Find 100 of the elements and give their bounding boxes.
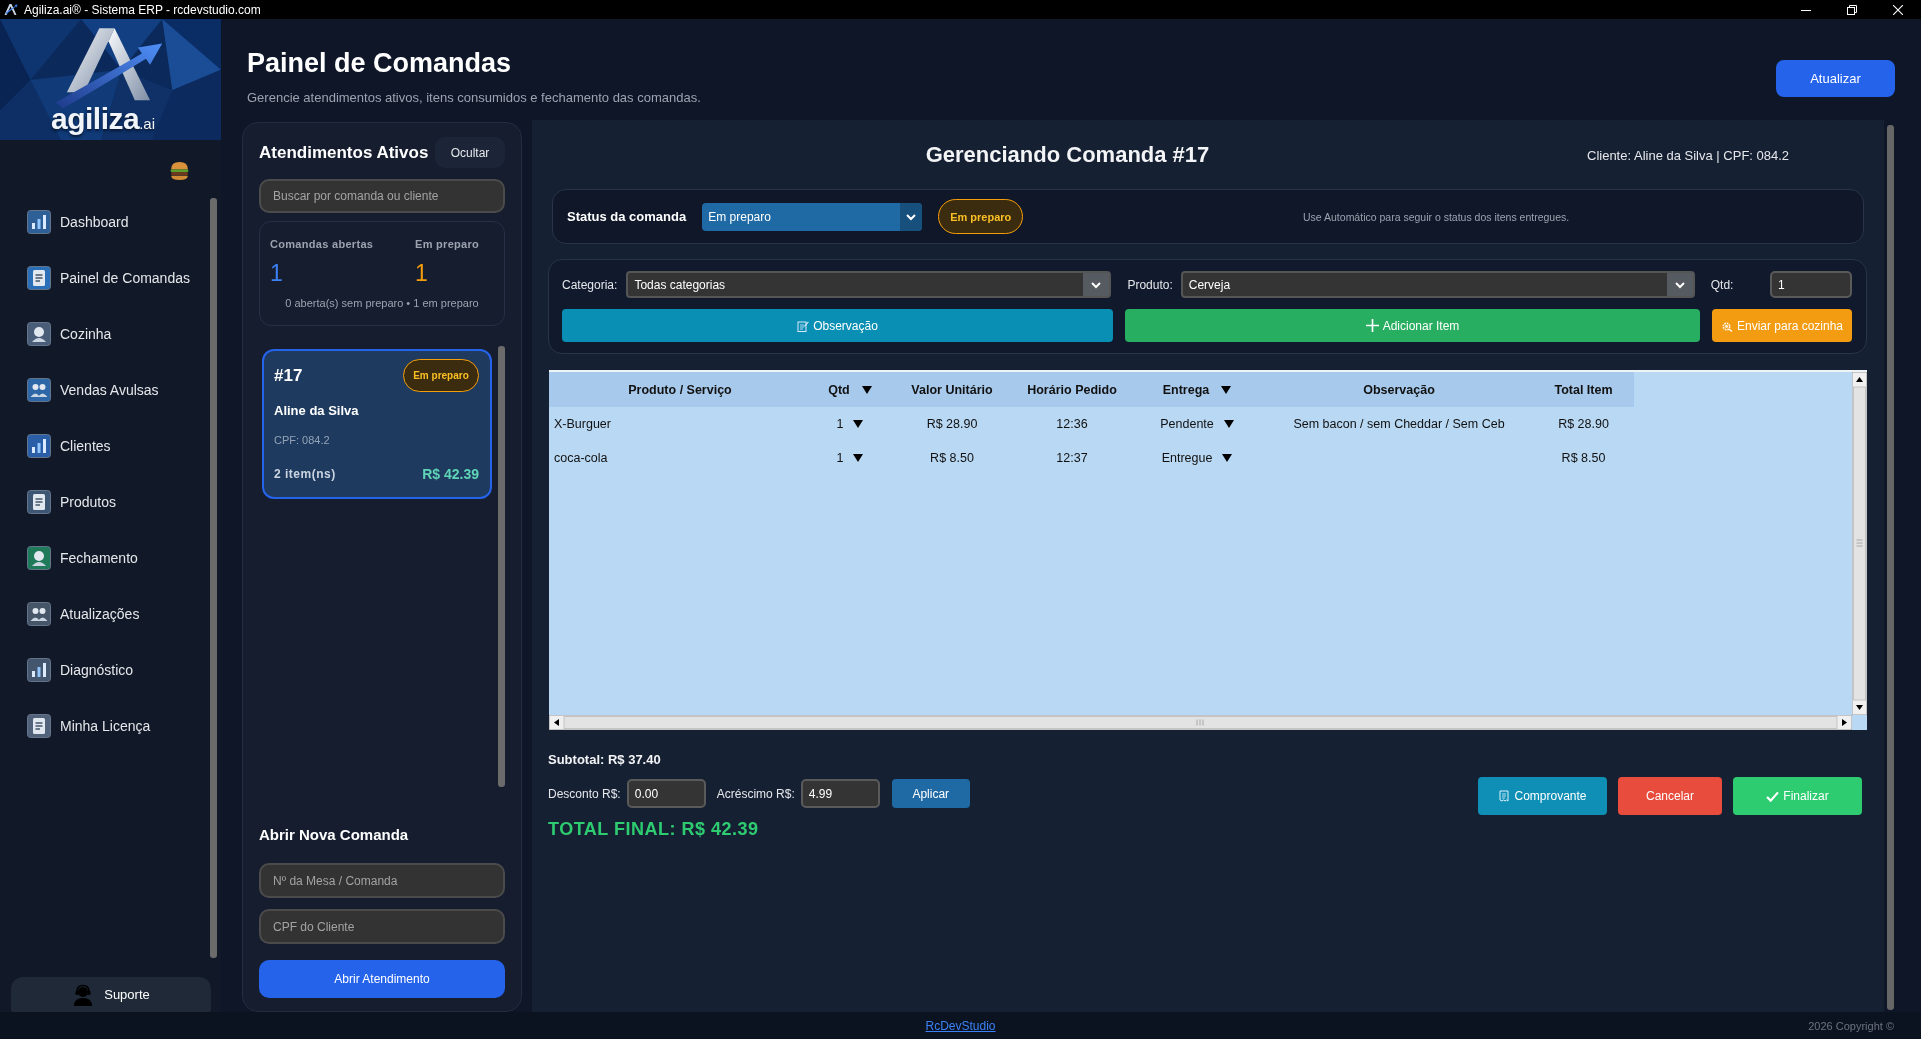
status-badge: Em preparo: [403, 359, 479, 392]
field-label: Desconto R$:: [548, 786, 621, 801]
action-button[interactable]: Cancelar: [1618, 777, 1722, 815]
item-count: 2 item(ns): [274, 466, 336, 482]
table-cell: Entregue: [1161, 451, 1213, 465]
category-select[interactable]: Todas categorias: [626, 271, 1112, 298]
open-order-button[interactable]: Abrir Atendimento: [259, 960, 505, 998]
column-header: Total Item: [1554, 382, 1613, 397]
check-icon: [1766, 790, 1780, 802]
chevron-down-icon: [1666, 273, 1693, 296]
column-header: Observação: [1363, 382, 1435, 397]
person-tile-icon: [27, 546, 51, 570]
sidebar-item[interactable]: Cozinha: [27, 306, 210, 362]
status-select[interactable]: Em preparo: [702, 202, 923, 231]
order-card[interactable]: #17 Em preparo Aline da Silva CPF: 084.2 2 item(ns) R$ 42.39: [262, 349, 492, 499]
close-icon[interactable]: [1893, 4, 1903, 15]
input-field[interactable]: CPF do Cliente: [259, 909, 505, 944]
vertical-scrollbar[interactable]: [1852, 372, 1867, 715]
sidebar-scrollbar[interactable]: [210, 198, 217, 958]
apply-button[interactable]: Aplicar: [891, 779, 970, 808]
app-logo-icon: [3, 3, 18, 16]
action-button[interactable]: Comprovante: [1478, 777, 1607, 815]
table-cell: Pendente: [1160, 417, 1214, 431]
stat-value: 1: [270, 260, 284, 286]
table-cell: R$ 28.90: [1558, 417, 1609, 431]
caret-down-icon[interactable]: [853, 420, 864, 428]
discount-field[interactable]: 0.00: [626, 779, 706, 808]
action-button[interactable]: Observação: [562, 309, 1113, 342]
sidebar-item[interactable]: Vendas Avulsas: [27, 362, 210, 418]
people-tile-icon: [27, 378, 51, 402]
stat-label: Em preparo: [415, 237, 481, 251]
support-button[interactable]: Suporte: [11, 977, 211, 1012]
final-total: TOTAL FINAL: R$ 42.39: [548, 818, 760, 840]
column-header: Horário Pedido: [1027, 382, 1117, 397]
column-header: Qtd: [828, 382, 850, 397]
note-icon: [797, 319, 810, 332]
logo-wordmark: agiliza.ai: [51, 104, 156, 137]
document-tile-icon: [27, 266, 51, 290]
column-header: Valor Unitário: [911, 382, 993, 397]
people-tile-icon: [27, 602, 51, 626]
chart-tile-icon: [27, 434, 51, 458]
table-cell: R$ 28.90: [926, 417, 978, 431]
headset-person-icon: [72, 983, 95, 1006]
table-cell: R$ 8.50: [930, 451, 974, 465]
sidebar-item[interactable]: Minha Licença: [27, 698, 210, 754]
window-title: Agiliza.ai® - Sistema ERP - rcdevstudio.com: [24, 2, 261, 17]
plus-icon: [1365, 319, 1379, 332]
status-hint: Use Automático para seguir o status dos itens entregues.: [1302, 210, 1571, 223]
client-info: Cliente: Aline da Silva | CPF: 084.2: [1587, 147, 1790, 163]
stat-value: 1: [415, 260, 429, 286]
field-label: Produto:: [1127, 277, 1173, 292]
sidebar-item[interactable]: Produtos: [27, 474, 210, 530]
table-cell: Sem bacon / sem Cheddar / Sem Ceb: [1293, 417, 1505, 431]
page-subtitle: Gerencie atendimentos ativos, itens consumidos e fechamento das comandas.: [247, 89, 701, 107]
copyright-text: 2026 Copyright ©: [1808, 1019, 1895, 1032]
quantity-field[interactable]: 1: [1770, 271, 1852, 298]
document-tile-icon: [27, 714, 51, 738]
status-label: Status da comanda: [567, 209, 687, 224]
search-field[interactable]: Buscar por comanda ou cliente: [259, 179, 505, 213]
field-label: Qtd:: [1710, 277, 1734, 292]
sidebar-item[interactable]: Painel de Comandas: [27, 250, 210, 306]
panel-title: Atendimentos Ativos: [259, 142, 429, 163]
sidebar-item[interactable]: Clientes: [27, 418, 210, 474]
sidebar-item[interactable]: Diagnóstico: [27, 642, 210, 698]
caret-down-icon[interactable]: [861, 385, 872, 394]
restore-icon[interactable]: [1847, 4, 1857, 15]
caret-down-icon[interactable]: [1221, 385, 1232, 394]
caret-down-icon[interactable]: [1223, 420, 1234, 428]
caret-down-icon[interactable]: [1222, 454, 1233, 462]
column-header: Entrega: [1162, 382, 1210, 397]
client-name: Aline da Silva: [274, 404, 360, 418]
page-scrollbar[interactable]: [1887, 125, 1894, 1010]
input-field[interactable]: Nº da Mesa / Comanda: [259, 863, 505, 898]
order-number: #17: [274, 365, 303, 386]
sidebar-item[interactable]: Dashboard: [27, 194, 210, 250]
person-tile-icon: [27, 322, 51, 346]
client-cpf: CPF: 084.2: [274, 433, 331, 447]
caret-down-icon[interactable]: [853, 454, 864, 462]
receipt-icon: [1498, 790, 1511, 802]
list-scrollbar[interactable]: [498, 346, 505, 787]
stats-note: 0 aberta(s) sem preparo • 1 em preparo: [284, 296, 480, 310]
chevron-down-icon: [1083, 273, 1110, 296]
sidebar-item[interactable]: Atualizações: [27, 586, 210, 642]
field-label: Acréscimo R$:: [716, 786, 795, 801]
table-cell: 1: [836, 417, 844, 431]
horizontal-scrollbar[interactable]: [549, 715, 1852, 730]
sidebar-item[interactable]: Fechamento: [27, 530, 210, 586]
product-select[interactable]: Cerveja: [1180, 271, 1695, 298]
footer-link[interactable]: RcDevStudio: [925, 1018, 996, 1033]
hide-button[interactable]: Ocultar: [435, 137, 505, 168]
chevron-down-icon: [900, 202, 923, 231]
section-title: Abrir Nova Comanda: [259, 826, 410, 844]
table-cell: X-Burguer: [554, 417, 611, 431]
table-cell: 1: [836, 451, 844, 465]
chart-tile-icon: [27, 658, 51, 682]
burger-icon[interactable]: [169, 159, 190, 181]
chart-tile-icon: [27, 210, 51, 234]
surcharge-field[interactable]: 4.99: [800, 779, 880, 808]
column-header: Produto / Serviço: [628, 382, 732, 397]
refresh-button[interactable]: Atualizar: [1776, 60, 1895, 97]
